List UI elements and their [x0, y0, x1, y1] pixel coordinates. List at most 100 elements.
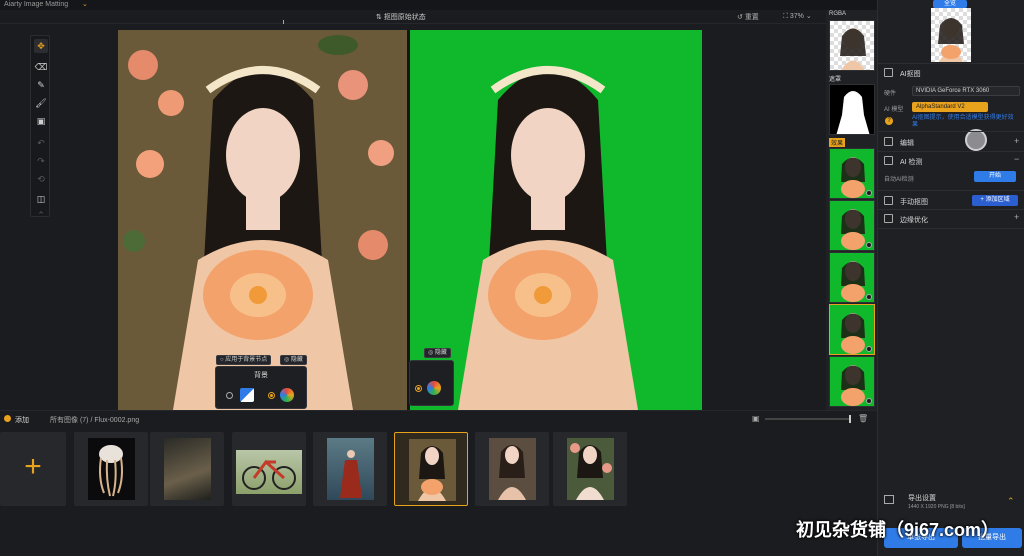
background-popup: 背景: [215, 366, 307, 409]
add-image-card[interactable]: +: [0, 432, 66, 506]
right-panel: 全览 AI抠图 硬件 NVIDIA GeForce RTX 3060 AI 模型…: [877, 0, 1024, 556]
breadcrumb-separator: /: [90, 417, 93, 424]
slider-handle[interactable]: [849, 415, 851, 423]
woman-red-dress-image: [327, 438, 374, 500]
app-title: Aiarty Image Matting: [4, 1, 69, 8]
add-label[interactable]: 添加: [15, 415, 29, 425]
menu-chevron-icon[interactable]: ⌄: [82, 0, 88, 8]
effect-preview-2[interactable]: [829, 200, 875, 251]
pen-tool-icon[interactable]: ✎: [34, 78, 48, 92]
edit-expand-icon[interactable]: +: [1014, 136, 1019, 146]
export-expand-icon[interactable]: ⌃: [1007, 496, 1015, 507]
effects-label: 效果: [829, 138, 846, 147]
effect-tag-3: [866, 294, 872, 300]
ai-detect-collapse-icon[interactable]: −: [1014, 154, 1019, 164]
woman-flower-2-image: [489, 438, 536, 500]
bg-image-swatch[interactable]: [240, 388, 254, 402]
woman-flower-1-drawing: [418, 446, 446, 501]
original-image[interactable]: [118, 30, 407, 410]
export-settings[interactable]: 导出设置 1440 X 1920 PNG [8 bits] ⌃: [880, 492, 1022, 514]
zoom-control[interactable]: ⛶ 37% ⌄: [783, 12, 812, 21]
thumbnail-size-slider[interactable]: [765, 415, 851, 423]
gallery-item-woman-flower-3[interactable]: [553, 432, 627, 506]
manual-matting-title: 手动抠图: [900, 199, 928, 206]
effect-preview-1[interactable]: [829, 148, 875, 199]
woman-flower-3-image: [567, 438, 614, 500]
auto-detect-label: 自动AI检测: [884, 177, 914, 183]
result-background-popup: [409, 360, 454, 406]
export-settings-title: 导出设置: [908, 495, 936, 502]
color-picker-icon[interactable]: [280, 388, 294, 402]
edge-opt-title: 边缘优化: [900, 217, 928, 224]
gallery-item-forest-rock[interactable]: [150, 432, 224, 506]
result-color-picker-icon[interactable]: [427, 381, 441, 395]
device-select[interactable]: NVIDIA GeForce RTX 3060: [912, 86, 1020, 96]
add-icon[interactable]: [4, 415, 11, 422]
overview-button[interactable]: 全览: [933, 0, 967, 8]
reset-button[interactable]: ↺ 重置: [737, 12, 759, 22]
eraser-tool-icon[interactable]: ⌫: [34, 60, 48, 74]
gallery-item-woman-red-dress[interactable]: [313, 432, 387, 506]
result-image[interactable]: [410, 30, 702, 410]
help-icon[interactable]: ?: [885, 117, 893, 125]
effect-tag-1: [866, 190, 872, 196]
woman-red-dress-drawing: [340, 450, 362, 498]
model-select[interactable]: AlphaStandard V2: [912, 102, 988, 112]
redo-icon[interactable]: ↷: [34, 154, 48, 168]
export-settings-icon: [884, 495, 894, 504]
divider: [877, 63, 1024, 64]
collapse-icon[interactable]: ⌃: [34, 208, 48, 222]
image-size-icon: ▣: [752, 414, 760, 423]
undo-icon[interactable]: ↶: [34, 136, 48, 150]
background-popup-title: 背景: [254, 372, 268, 379]
fill-tool-icon[interactable]: ▣: [34, 114, 48, 128]
edit-icon: [884, 137, 893, 146]
portrait-figure: [173, 66, 353, 410]
restore-icon[interactable]: ⟲: [34, 172, 48, 186]
rgba-label: RGBA: [829, 11, 847, 17]
hide-toggle-right[interactable]: ◎ 隐藏: [424, 348, 451, 358]
edge-opt-expand-icon[interactable]: +: [1014, 212, 1019, 222]
result-bg-radio[interactable]: [415, 385, 422, 392]
add-area-button[interactable]: + 添加区域: [972, 195, 1018, 206]
cutout-figure: [458, 66, 638, 410]
hide-toggle[interactable]: ◎ 隐藏: [280, 355, 307, 365]
breadcrumb: 所有图像 (7) / Flux-0002.png: [50, 415, 139, 425]
trash-icon[interactable]: 🗑: [858, 414, 868, 423]
bg-transparent-radio[interactable]: [226, 392, 233, 399]
move-tool-icon[interactable]: ✥: [34, 39, 48, 53]
effect-preview-4[interactable]: [829, 304, 875, 355]
gallery-item-woman-flower-2[interactable]: [475, 432, 549, 506]
gallery-item-jellyfish[interactable]: [74, 432, 148, 506]
bg-color-radio[interactable]: [268, 392, 275, 399]
gallery-item-bicycle[interactable]: [232, 432, 306, 506]
all-images-link[interactable]: 所有图像 (7): [50, 417, 89, 424]
ai-matting-title: AI抠图: [900, 71, 921, 78]
ai-detect-title: AI 检测: [900, 159, 923, 166]
top-toolbar: ⇅ 抠图原始状态 ↺ 重置 ⛶ 37% ⌄: [0, 10, 826, 24]
brush-tool-icon[interactable]: 🖌: [34, 96, 48, 110]
bicycle-drawing: [242, 459, 296, 490]
forest-rock-image: [164, 438, 211, 500]
divider: [877, 131, 1024, 132]
effect-preview-5[interactable]: [829, 356, 875, 407]
overview-thumbnail[interactable]: [931, 8, 971, 62]
effect-preview-3[interactable]: [829, 252, 875, 303]
effect-tag-2: [866, 242, 872, 248]
matting-state-toggle[interactable]: ⇅ 抠图原始状态: [376, 12, 426, 22]
mask-label: 遮罩: [829, 77, 842, 83]
edit-dial-icon[interactable]: [965, 129, 987, 151]
divider: [877, 228, 1024, 229]
export-info: 1440 X 1920 PNG [8 bits]: [908, 504, 965, 510]
woman-flower-3-drawing: [570, 443, 612, 500]
compare-icon[interactable]: ◫: [34, 192, 48, 206]
rgba-preview[interactable]: [829, 20, 875, 71]
effect-tag-4: [866, 346, 872, 352]
gallery-footer: [0, 511, 877, 556]
apply-background-option[interactable]: ○ 应用于背景节点: [216, 355, 272, 365]
rgba-figure: [840, 28, 866, 70]
ai-detect-icon: [884, 156, 893, 165]
start-detect-button[interactable]: 开始: [974, 171, 1016, 182]
gallery-item-woman-flower-1[interactable]: [394, 432, 468, 506]
mask-preview[interactable]: [829, 84, 875, 135]
